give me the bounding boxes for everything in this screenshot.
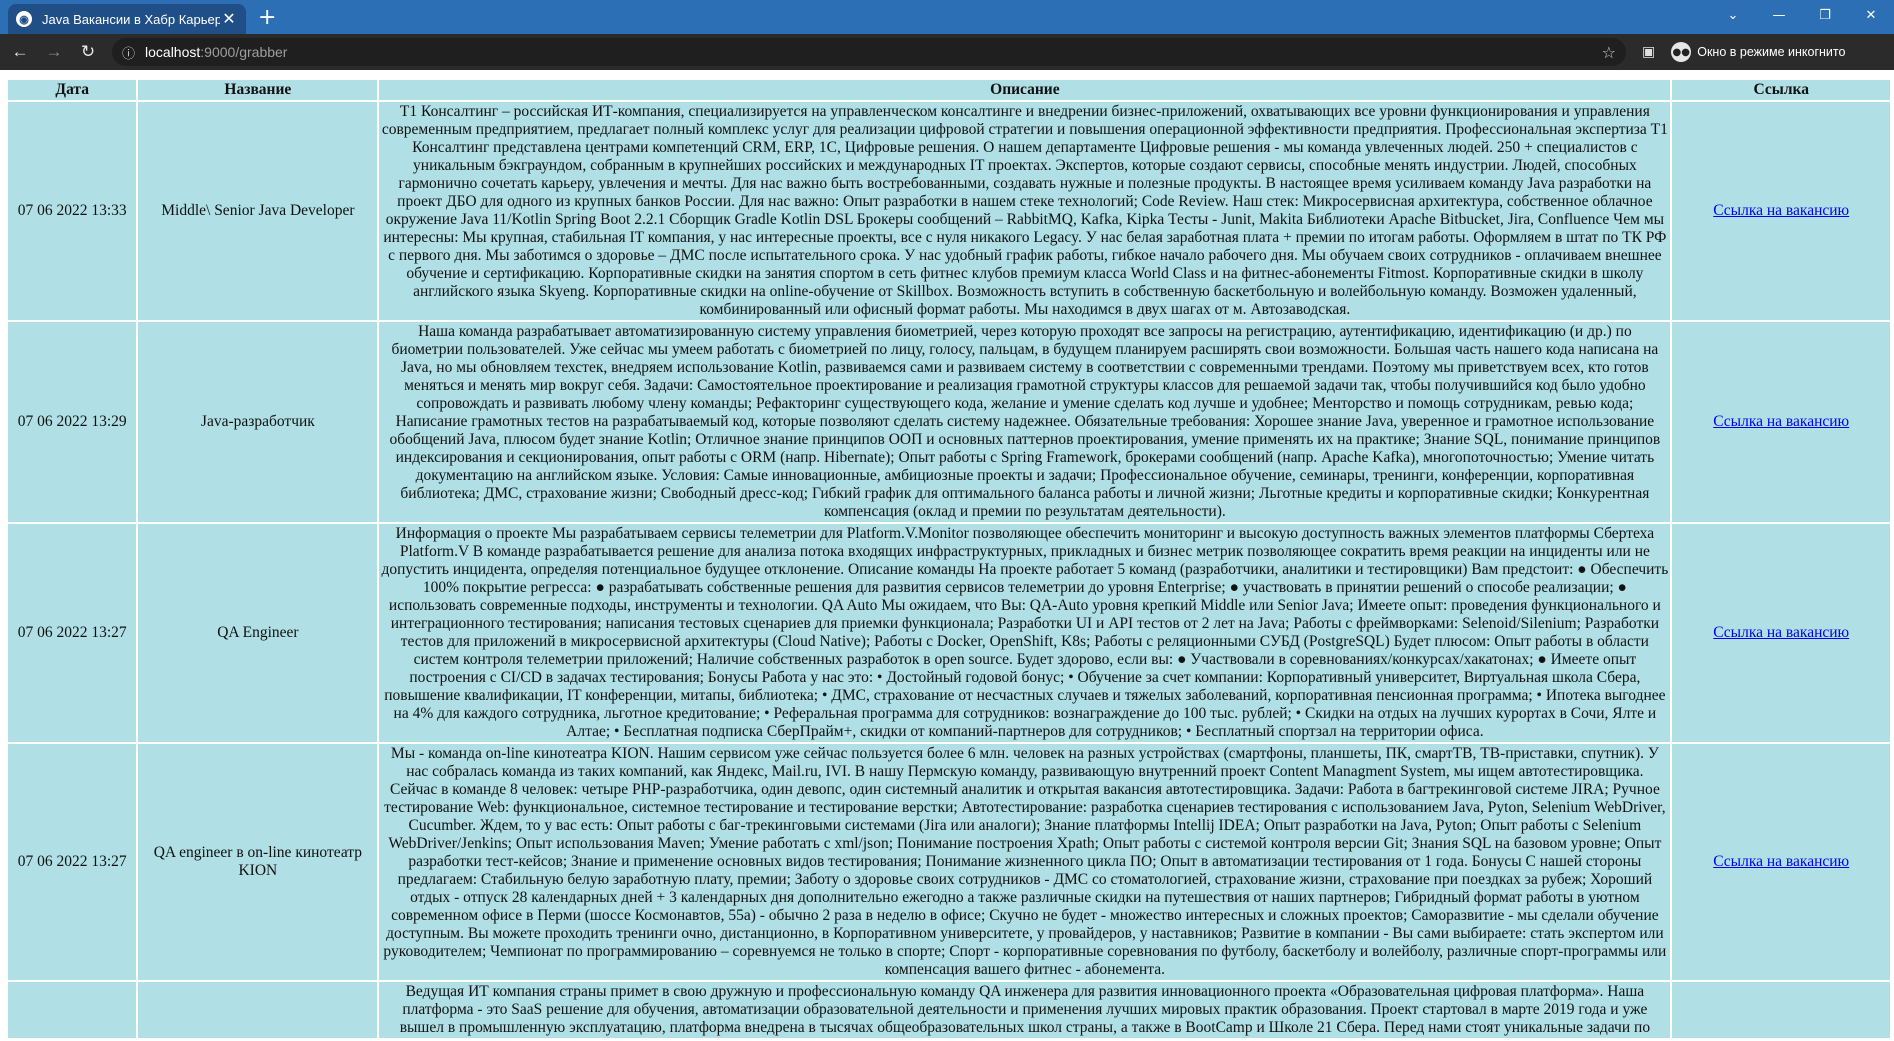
bookmark-star-icon[interactable]: ☆ bbox=[1602, 43, 1616, 62]
vacancy-link[interactable]: Ссылка на вакансию bbox=[1713, 202, 1849, 219]
cell-description: Ведущая ИТ компания страны примет в свою… bbox=[379, 982, 1671, 1038]
cell-description: Информация о проекте Мы разрабатываем се… bbox=[379, 524, 1671, 742]
close-icon[interactable]: ✕ bbox=[220, 9, 238, 29]
cell-description: Наша команда разрабатывает автоматизиров… bbox=[379, 322, 1671, 522]
cell-date: 07 06 2022 13:27 bbox=[8, 524, 137, 742]
incognito-label: Окно в режиме инкогнито bbox=[1697, 45, 1846, 59]
cell-date: 07 06 2022 13:29 bbox=[8, 322, 137, 522]
vacancy-link[interactable]: Ссылка на вакансию bbox=[1713, 853, 1849, 870]
table-row: 07 06 2022 13:27 QA Engineer Информация … bbox=[8, 524, 1890, 742]
browser-toolbar: ← → ↻ ⓘ localhost:9000/grabber ☆ ▣ ●● Ок… bbox=[0, 34, 1894, 70]
cell-date: 07 06 2022 13:33 bbox=[8, 102, 137, 320]
cell-link bbox=[1672, 982, 1890, 1038]
table-row: Ведущая ИТ компания страны примет в свою… bbox=[8, 982, 1890, 1038]
url-path: :9000/grabber bbox=[200, 44, 288, 60]
globe-icon: ◉ bbox=[16, 11, 32, 27]
back-icon[interactable]: ← bbox=[6, 42, 34, 62]
tab-search-icon[interactable]: ⌄ bbox=[1710, 8, 1756, 23]
info-icon[interactable]: ⓘ bbox=[122, 43, 135, 62]
cell-link: Ссылка на вакансию bbox=[1672, 322, 1890, 522]
url-host: localhost bbox=[145, 44, 201, 60]
table-row: 07 06 2022 13:33 Middle\ Senior Java Dev… bbox=[8, 102, 1890, 320]
window-controls: ⌄ — ❐ ✕ bbox=[1710, 0, 1894, 30]
cell-name bbox=[138, 982, 378, 1038]
cell-description: Т1 Консалтинг – российская ИТ-компания, … bbox=[379, 102, 1671, 320]
table-row: 07 06 2022 13:29 Java-разработчик Наша к… bbox=[8, 322, 1890, 522]
cell-description: Мы - команда on-line кинотеатра KION. На… bbox=[379, 744, 1671, 980]
minimize-icon[interactable]: — bbox=[1756, 8, 1802, 23]
vacancy-link[interactable]: Ссылка на вакансию bbox=[1713, 624, 1849, 641]
vacancies-table: Дата Название Описание Ссылка 07 06 2022… bbox=[6, 78, 1892, 1040]
header-link: Ссылка bbox=[1672, 80, 1890, 100]
cell-name: QA Engineer bbox=[138, 524, 378, 742]
cell-link: Ссылка на вакансию bbox=[1672, 524, 1890, 742]
side-panel-icon[interactable]: ▣ bbox=[1642, 44, 1655, 60]
forward-icon[interactable]: → bbox=[40, 42, 68, 62]
cell-name: QA engineer в on-line кинотеатр KION bbox=[138, 744, 378, 980]
vacancy-link[interactable]: Ссылка на вакансию bbox=[1713, 413, 1849, 430]
cell-name: Middle\ Senior Java Developer bbox=[138, 102, 378, 320]
new-tab-button[interactable]: + bbox=[258, 5, 276, 30]
table-row: 07 06 2022 13:27 QA engineer в on-line к… bbox=[8, 744, 1890, 980]
header-description: Описание bbox=[379, 80, 1671, 100]
cell-date: 07 06 2022 13:27 bbox=[8, 744, 137, 980]
header-date: Дата bbox=[8, 80, 137, 100]
browser-tab[interactable]: ◉ Java Вакансии в Хабр Карьера ✕ bbox=[8, 4, 246, 34]
window-close-icon[interactable]: ✕ bbox=[1848, 8, 1894, 23]
cell-name: Java-разработчик bbox=[138, 322, 378, 522]
restore-icon[interactable]: ❐ bbox=[1802, 8, 1848, 23]
tab-title: Java Вакансии в Хабр Карьера bbox=[42, 11, 220, 27]
cell-link: Ссылка на вакансию bbox=[1672, 744, 1890, 980]
cell-link: Ссылка на вакансию bbox=[1672, 102, 1890, 320]
tab-strip: ◉ Java Вакансии в Хабр Карьера ✕ + ⌄ — ❐… bbox=[0, 0, 1894, 34]
header-name: Название bbox=[138, 80, 378, 100]
table-header-row: Дата Название Описание Ссылка bbox=[8, 80, 1890, 100]
incognito-indicator[interactable]: ●● Окно в режиме инкогнито bbox=[1671, 42, 1845, 62]
address-bar[interactable]: ⓘ localhost:9000/grabber ☆ bbox=[112, 38, 1626, 66]
incognito-icon: ●● bbox=[1671, 42, 1692, 62]
page-content: Дата Название Описание Ссылка 07 06 2022… bbox=[0, 70, 1894, 1041]
cell-date bbox=[8, 982, 137, 1038]
reload-icon[interactable]: ↻ bbox=[74, 42, 102, 62]
